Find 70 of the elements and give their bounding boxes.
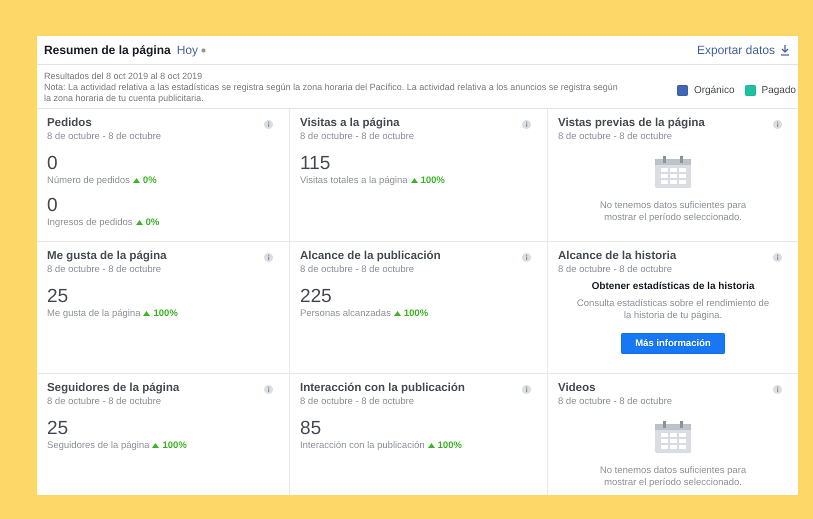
date-range: 8 de octubre - 8 de octubre — [47, 264, 162, 275]
info-icon[interactable] — [264, 120, 273, 129]
card-title: Videos — [558, 382, 596, 394]
metric-value: 25 — [47, 287, 70, 307]
metric-change: 100% — [438, 440, 462, 451]
metric-change: 100% — [162, 440, 187, 451]
metric-change: 0% — [146, 217, 160, 228]
metric-label: Me gusta de la página — [47, 308, 140, 319]
info-icon[interactable] — [264, 385, 273, 394]
metric-value: 115 — [300, 154, 332, 174]
card-title: Visitas a la página — [300, 117, 400, 129]
metric-change: 100% — [420, 175, 445, 186]
calendar-icon — [655, 421, 691, 453]
up-arrow-icon — [428, 443, 435, 448]
metric-value: 0 — [47, 154, 59, 174]
date-range: 8 de octubre - 8 de octubre — [300, 396, 414, 407]
up-arrow-icon — [136, 220, 143, 225]
up-arrow-icon — [152, 443, 160, 448]
metric-change: 100% — [404, 308, 428, 319]
metric-value: 25 — [47, 419, 70, 439]
up-arrow-icon — [132, 178, 140, 183]
info-icon[interactable] — [522, 120, 531, 129]
metric-label: Seguidores de la página — [47, 440, 150, 451]
info-icon[interactable] — [522, 385, 531, 394]
period-dropdown[interactable]: Hoy — [176, 43, 206, 57]
metric-label: Ingresos de pedidos — [47, 217, 133, 228]
card-title: Pedidos — [47, 117, 92, 129]
card-title: Vistas previas de la página — [558, 117, 705, 129]
promo-heading: Obtener estadísticas de la historia — [592, 281, 754, 292]
date-range: 8 de octubre - 8 de octubre — [47, 396, 162, 407]
more-info-button[interactable]: Más información — [621, 333, 725, 354]
date-range: 8 de octubre - 8 de octubre — [47, 131, 162, 142]
metric-label: Personas alcanzadas — [300, 308, 391, 319]
metric-value: 225 — [300, 287, 333, 307]
metric-label: Número de pedidos — [47, 175, 130, 186]
up-arrow-icon — [394, 311, 401, 316]
promo-text: Consulta estadísticas sobre el rendimiento de la historia de tu página. — [576, 298, 770, 322]
info-icon[interactable] — [773, 120, 782, 129]
info-icon[interactable] — [773, 385, 782, 394]
card-title: Me gusta de la página — [47, 250, 166, 262]
calendar-icon — [655, 156, 691, 188]
up-arrow-icon — [143, 311, 150, 316]
card-title: Alcance de la publicación — [300, 250, 441, 262]
info-icon[interactable] — [773, 253, 782, 262]
export-button[interactable]: Exportar datos — [696, 43, 790, 57]
empty-message: No tenemos datos suficientes para mostrar el período seleccionado. — [598, 465, 748, 489]
card-title: Seguidores de la página — [47, 382, 180, 394]
metric-change: 0% — [142, 175, 157, 186]
legend-label: Orgánico — [694, 85, 735, 96]
metric-value: 0 — [47, 196, 59, 216]
info-icon[interactable] — [522, 253, 531, 262]
up-arrow-icon — [410, 178, 418, 183]
download-icon — [780, 44, 790, 56]
results-range: Resultados del 8 oct 2019 al 8 oct 2019 — [44, 71, 204, 82]
card-title: Interacción con la publicación — [300, 382, 465, 394]
date-range: 8 de octubre - 8 de octubre — [558, 264, 672, 275]
card-title: Alcance de la historia — [558, 250, 676, 262]
metric-value: 85 — [300, 419, 322, 439]
page-title: Resumen de la página — [44, 43, 171, 57]
date-range: 8 de octubre - 8 de octubre — [558, 131, 672, 142]
legend-label: Pagado — [762, 85, 796, 96]
metric-label: Visitas totales a la página — [300, 175, 408, 186]
empty-message: No tenemos datos suficientes para mostrar el período seleccionado. — [598, 200, 748, 224]
info-icon[interactable] — [264, 253, 273, 262]
date-range: 8 de octubre - 8 de octubre — [558, 396, 672, 407]
metric-change: 100% — [153, 308, 178, 319]
date-range: 8 de octubre - 8 de octubre — [300, 131, 414, 142]
timezone-note: Nota: La actividad relativa a las estadísticas se registra según la zona horaria del Pacífico. La actividad relativa a los anuncios se registra según la zona horaria de tu cuenta publicitaria. — [44, 82, 619, 104]
metric-label: Interacción con la publicación — [300, 440, 425, 451]
date-range: 8 de octubre - 8 de octubre — [300, 264, 414, 275]
